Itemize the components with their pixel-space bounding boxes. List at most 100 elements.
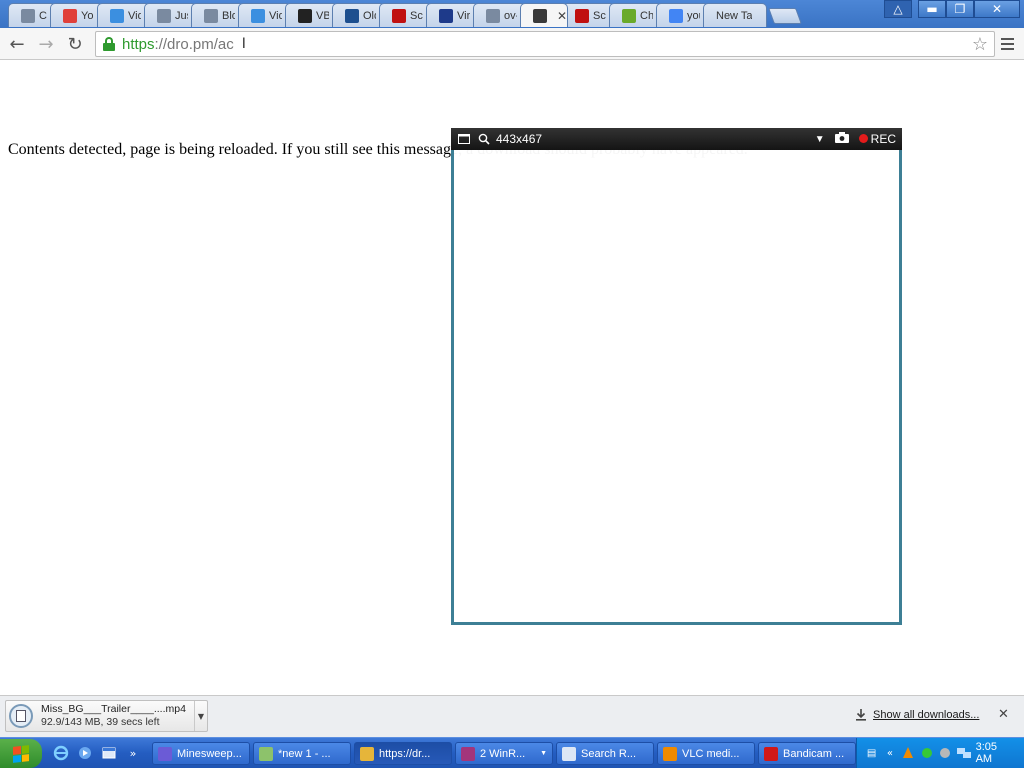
vlc-icon xyxy=(663,746,677,761)
tab-label: you xyxy=(687,9,700,22)
taskbar-button-label: Bandicam ... xyxy=(783,747,845,760)
tab-label: New Ta xyxy=(716,9,753,22)
tab-label: Scr xyxy=(410,9,423,22)
tab-label: ov- xyxy=(504,9,517,22)
tab-label: Vid xyxy=(269,9,282,22)
winrar-icon xyxy=(461,746,475,761)
browser-tab[interactable]: ✕ xyxy=(520,3,568,27)
download-item[interactable]: Miss_BG___Trailer____....mp4 92.9/143 MB… xyxy=(5,700,208,732)
forward-button[interactable]: → xyxy=(33,31,59,57)
start-button[interactable] xyxy=(0,739,42,768)
browser-tab[interactable]: ov- xyxy=(473,3,526,27)
reload-button[interactable]: ↻ xyxy=(62,31,88,57)
browser-tab[interactable]: you xyxy=(656,3,709,27)
vlc-tray-icon[interactable] xyxy=(902,746,915,760)
status-gray-icon[interactable] xyxy=(938,746,951,760)
chrome-menu-button[interactable] xyxy=(996,33,1018,55)
media-icon[interactable] xyxy=(76,744,94,762)
task-list: Minesweep... *new 1 - ... https://dr... 2 W… xyxy=(152,742,856,765)
browser-tab[interactable]: Bloc xyxy=(191,3,244,27)
record-dot-icon xyxy=(858,134,868,143)
browser-tab[interactable]: Scr xyxy=(562,3,615,27)
tab-label: Old xyxy=(363,9,376,22)
show-all-downloads-link[interactable]: Show all downloads... xyxy=(855,709,979,721)
camera-icon[interactable] xyxy=(834,132,849,146)
browser-tab[interactable]: VB- xyxy=(285,3,338,27)
taskbar-button-label: Minesweep... xyxy=(177,747,242,760)
bookmark-star-icon[interactable]: ☆ xyxy=(972,34,988,55)
internet-explorer-icon[interactable] xyxy=(52,744,70,762)
tab-label: VB- xyxy=(316,9,329,22)
new-tab-button[interactable] xyxy=(768,8,802,24)
browser-tab[interactable]: Scr xyxy=(379,3,432,27)
download-shelf: Miss_BG___Trailer____....mp4 92.9/143 MB… xyxy=(0,695,1024,737)
restore-button[interactable]: ❐ xyxy=(946,0,974,18)
close-window-button[interactable]: ✕ xyxy=(974,0,1020,18)
user-profile-icon[interactable]: △ xyxy=(884,0,912,18)
taskbar-button[interactable]: Search R... xyxy=(556,742,654,765)
windows-logo-icon xyxy=(13,744,29,763)
download-menu-arrow-icon[interactable]: ▼ xyxy=(194,701,207,731)
browser-tab[interactable]: Jus xyxy=(144,3,197,27)
tab-close-icon[interactable]: ✕ xyxy=(557,9,567,23)
vimeo-check-icon xyxy=(251,8,265,23)
status-green-icon[interactable] xyxy=(920,746,933,760)
browser-tab[interactable]: Cha xyxy=(609,3,662,27)
system-tray: ▤ « 3:05 AM xyxy=(856,738,1024,768)
keyboard-icon[interactable]: ▤ xyxy=(865,746,878,760)
show-all-downloads-label: Show all downloads... xyxy=(873,709,980,721)
windows-taskbar: » Minesweep... *new 1 - ... https://dr... 2… xyxy=(0,737,1024,768)
dropdown-arrow-icon[interactable]: ▼ xyxy=(815,134,825,145)
chrome-icon xyxy=(360,746,374,761)
clock[interactable]: 3:05 AM xyxy=(976,741,1014,765)
tab-strip: Chr You Vid Jus Bloc Vid VB- Old Scr Virt ov- ✕ Scr C… xyxy=(0,0,1024,28)
browser-tab[interactable]: New Ta xyxy=(703,3,767,27)
browser-tab[interactable]: Vid xyxy=(238,3,291,27)
taskbar-button[interactable]: VLC medi... xyxy=(657,742,755,765)
tray-expand-icon[interactable]: « xyxy=(883,746,896,760)
browser-tab[interactable]: You xyxy=(50,3,103,27)
quick-launch-more-icon[interactable]: » xyxy=(124,744,142,762)
record-button[interactable]: REC xyxy=(858,132,896,146)
music-note-icon xyxy=(622,8,636,23)
document-icon xyxy=(157,8,171,23)
minesweeper-icon xyxy=(158,746,172,761)
document-icon xyxy=(486,8,500,23)
download-status: 92.9/143 MB, 39 secs left xyxy=(41,716,160,728)
quick-launch: » xyxy=(52,744,142,762)
taskbar-button[interactable]: Minesweep... xyxy=(152,742,250,765)
network-icon[interactable] xyxy=(956,746,971,760)
magnifier-icon[interactable] xyxy=(477,132,491,146)
browser-tab[interactable]: Chr xyxy=(8,3,56,27)
ov-logo-icon xyxy=(345,8,359,23)
taskbar-button-label: VLC medi... xyxy=(682,747,740,760)
taskbar-button-label: *new 1 - ... xyxy=(278,747,331,760)
download-progress-icon xyxy=(9,704,33,728)
browser-tab[interactable]: Vid xyxy=(97,3,150,27)
taskbar-button[interactable]: Bandicam ... xyxy=(758,742,856,765)
search-results-icon xyxy=(562,746,576,761)
tab-label: You xyxy=(81,9,94,22)
url-scheme: https xyxy=(122,35,155,53)
browser-tab[interactable]: Virt xyxy=(426,3,479,27)
capture-region[interactable]: 443x467 ▼ REC xyxy=(451,128,902,625)
taskbar-button-label: https://dr... xyxy=(379,747,431,760)
tab-label: Jus xyxy=(175,9,188,22)
film-icon xyxy=(533,8,547,23)
browser-tab[interactable]: Old xyxy=(332,3,385,27)
address-bar[interactable]: https://dro.pm/ac I ☆ xyxy=(95,31,995,57)
download-arrow-icon xyxy=(856,709,866,721)
ie-small-icon[interactable] xyxy=(100,744,118,762)
window-mode-icon[interactable] xyxy=(457,132,471,146)
google-icon xyxy=(669,8,683,23)
taskbar-button[interactable]: https://dr... xyxy=(354,742,452,765)
close-shelf-button[interactable]: ✕ xyxy=(998,707,1009,722)
document-icon xyxy=(21,8,35,23)
download-icon xyxy=(63,8,77,23)
back-button[interactable]: ← xyxy=(4,31,30,57)
minimize-button[interactable]: ▬ xyxy=(918,0,946,18)
taskbar-button[interactable]: 2 WinR... ▼ xyxy=(455,742,553,765)
taskbar-button[interactable]: *new 1 - ... xyxy=(253,742,351,765)
address-url[interactable]: https://dro.pm/ac xyxy=(122,36,234,53)
capture-toolbar: 443x467 ▼ REC xyxy=(451,128,902,150)
